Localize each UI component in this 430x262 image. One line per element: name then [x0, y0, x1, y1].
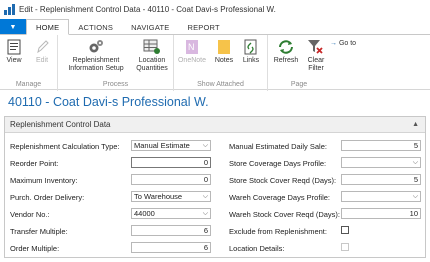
clear-filter-label-2: Filter [308, 65, 324, 72]
tab-report[interactable]: REPORT [178, 19, 228, 35]
location-label-1: Location [138, 57, 166, 64]
refresh-icon [276, 38, 296, 55]
location-details-checkbox[interactable] [341, 243, 349, 251]
grid-icon [142, 38, 162, 55]
store-stock-cover-input[interactable]: 5 [341, 174, 421, 185]
wareh-cov-profile-label: Wareh Coverage Days Profile: [229, 193, 331, 202]
ribbon-tab-strip: ▼ HOME ACTIONS NAVIGATE REPORT [0, 19, 430, 35]
window-title: Edit - Replenishment Control Data - 4011… [19, 5, 276, 14]
chevron-down-icon: ⌵ [412, 159, 418, 166]
ribbon-group-label: Show Attached [197, 81, 244, 88]
exclude-from-repl-label: Exclude from Replenishment: [229, 227, 327, 236]
clear-filter-icon [306, 38, 326, 55]
app-bars-icon [4, 4, 15, 15]
vendor-no-select[interactable]: 44000 ⌵ [131, 208, 211, 219]
wareh-stock-cover-label: Wareh Stock Cover Reqd (Days): [229, 210, 341, 219]
svg-text:N: N [188, 42, 195, 52]
ribbon: View Edit Manage Replenishment Informati… [0, 34, 430, 91]
manual-est-daily-sale-input[interactable]: 5 [341, 140, 421, 151]
replenishment-label-2: Information Setup [68, 65, 124, 72]
note-icon [214, 38, 234, 55]
edit-label: Edit [35, 57, 49, 64]
ribbon-group-manage: View Edit Manage [0, 35, 58, 91]
exclude-from-repl-checkbox[interactable] [341, 226, 349, 234]
order-multiple-label: Order Multiple: [10, 244, 60, 253]
page-title: 40110 - Coat Davi-s Professional W. [8, 95, 209, 109]
max-inventory-input[interactable]: 0 [131, 174, 211, 185]
replenishment-label-1: Replenishment [72, 57, 120, 64]
links-label: Links [242, 57, 260, 64]
tab-actions[interactable]: ACTIONS [69, 19, 122, 35]
app-menu-button[interactable]: ▼ [0, 19, 26, 35]
purch-order-delivery-label: Purch. Order Delivery: [10, 193, 85, 202]
ribbon-group-label: Process [102, 81, 129, 88]
edit-button[interactable]: Edit [30, 38, 54, 65]
purch-order-delivery-select[interactable]: To Warehouse ⌵ [131, 191, 211, 202]
clear-filter-button[interactable]: Clear Filter [304, 38, 328, 73]
chevron-up-icon[interactable]: ▲ [412, 121, 419, 128]
onenote-label: OneNote [177, 57, 207, 64]
calc-type-label: Replenishment Calculation Type: [10, 142, 120, 151]
chevron-down-icon: ⌵ [412, 193, 418, 200]
view-label: View [6, 57, 22, 64]
location-label-2: Quantities [136, 65, 168, 72]
calc-type-select[interactable]: Manual Estimate ⌵ [131, 140, 211, 151]
max-inventory-label: Maximum Inventory: [10, 176, 78, 185]
location-details-label: Location Details: [229, 244, 285, 253]
reorder-point-input[interactable]: 0 [131, 157, 211, 168]
replenishment-info-setup-button[interactable]: Replenishment Information Setup [62, 38, 130, 73]
gear-icon [86, 38, 106, 55]
links-button[interactable]: Links [239, 38, 263, 65]
manual-est-daily-sale-label: Manual Estimated Daily Sale: [229, 142, 327, 151]
wareh-stock-cover-input[interactable]: 10 [341, 208, 421, 219]
transfer-multiple-input[interactable]: 6 [131, 225, 211, 236]
order-multiple-input[interactable]: 6 [131, 242, 211, 253]
view-icon [4, 38, 24, 55]
tab-navigate[interactable]: NAVIGATE [122, 19, 178, 35]
chevron-down-icon: ⌵ [202, 142, 208, 149]
ribbon-group-show-attached: N OneNote Notes Links Show Attached [174, 35, 268, 91]
arrow-right-icon: → [330, 40, 337, 47]
fasttab-header[interactable]: Replenishment Control Data ▲ [5, 117, 425, 133]
store-cov-profile-label: Store Coverage Days Profile: [229, 159, 327, 168]
calc-type-value: Manual Estimate [134, 141, 190, 150]
window-titlebar: Edit - Replenishment Control Data - 4011… [0, 0, 430, 19]
notes-label: Notes [214, 57, 234, 64]
fasttab-replenishment-control-data: Replenishment Control Data ▲ Replenishme… [4, 116, 426, 258]
tab-home[interactable]: HOME [26, 19, 70, 35]
wareh-cov-profile-select[interactable]: ⌵ [341, 191, 421, 202]
clear-filter-label-1: Clear [307, 57, 325, 64]
ribbon-group-label: Manage [15, 81, 42, 88]
reorder-point-label: Reorder Point: [10, 159, 59, 168]
goto-button[interactable]: → Go to [330, 40, 356, 47]
vendor-no-value: 44000 [134, 209, 155, 218]
ribbon-group-page: Refresh Clear Filter → Go to Page [268, 35, 364, 91]
chevron-down-icon: ▼ [9, 23, 17, 31]
chevron-down-icon: ⌵ [202, 193, 208, 200]
store-stock-cover-label: Store Stock Cover Reqd (Days): [229, 176, 337, 185]
transfer-multiple-label: Transfer Multiple: [10, 227, 68, 236]
purch-order-delivery-value: To Warehouse [134, 192, 183, 201]
store-cov-profile-select[interactable]: ⌵ [341, 157, 421, 168]
onenote-button[interactable]: N OneNote [177, 38, 207, 65]
view-button[interactable]: View [3, 38, 25, 65]
goto-label: Go to [338, 40, 357, 47]
link-icon [241, 38, 261, 55]
refresh-button[interactable]: Refresh [272, 38, 300, 65]
notes-button[interactable]: Notes [212, 38, 236, 65]
ribbon-group-process: Replenishment Information Setup Location… [58, 35, 174, 91]
chevron-down-icon: ⌵ [202, 210, 208, 217]
refresh-label: Refresh [273, 57, 299, 64]
fasttab-title: Replenishment Control Data [10, 120, 111, 129]
pencil-icon [32, 38, 52, 55]
location-quantities-button[interactable]: Location Quantities [132, 38, 172, 73]
ribbon-group-label: Page [290, 81, 308, 88]
vendor-no-label: Vendor No.: [10, 210, 50, 219]
onenote-icon: N [182, 38, 202, 55]
